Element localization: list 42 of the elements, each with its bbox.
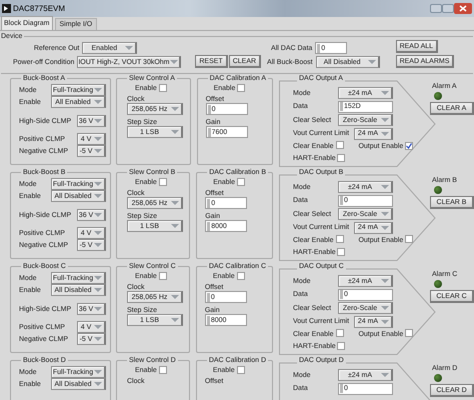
led-indicator <box>434 92 442 100</box>
checkbox[interactable] <box>405 142 414 150</box>
caret-icon <box>125 45 134 51</box>
checkbox[interactable] <box>237 84 246 92</box>
led-indicator <box>434 374 442 382</box>
caret-icon <box>94 118 102 124</box>
led-indicator <box>434 280 442 288</box>
checkbox[interactable] <box>158 178 167 186</box>
checkbox[interactable] <box>158 366 167 374</box>
checkbox[interactable] <box>405 235 414 243</box>
checkbox[interactable] <box>336 141 344 149</box>
caret-icon <box>171 294 179 300</box>
caret-icon <box>171 223 179 229</box>
caret-icon <box>94 306 102 312</box>
checkbox[interactable] <box>236 178 245 186</box>
caret-icon <box>171 200 179 206</box>
close-icon[interactable] <box>454 3 472 14</box>
checkbox[interactable] <box>236 272 245 280</box>
caret-icon <box>381 372 389 378</box>
caret-icon <box>171 129 179 135</box>
checkbox[interactable] <box>336 342 345 350</box>
checkbox[interactable] <box>158 84 167 92</box>
caret-icon <box>381 184 389 190</box>
caret-icon <box>170 59 178 65</box>
caret-icon <box>381 90 389 96</box>
minimize-icon[interactable] <box>430 4 442 13</box>
checkbox[interactable] <box>236 366 245 374</box>
caret-icon <box>94 212 102 218</box>
app-icon <box>2 4 11 13</box>
checkbox[interactable] <box>336 329 344 337</box>
caret-icon <box>171 106 179 112</box>
checkbox[interactable] <box>405 329 414 337</box>
maximize-icon[interactable] <box>442 4 454 13</box>
checkbox[interactable] <box>336 154 345 162</box>
checkbox[interactable] <box>336 235 344 243</box>
checkbox[interactable] <box>158 272 167 280</box>
window-title: DAC8775EVM <box>13 4 66 12</box>
caret-icon <box>381 278 389 284</box>
checkbox[interactable] <box>336 248 345 256</box>
led-indicator <box>434 186 442 194</box>
caret-icon <box>368 59 376 65</box>
caret-icon <box>171 317 179 323</box>
